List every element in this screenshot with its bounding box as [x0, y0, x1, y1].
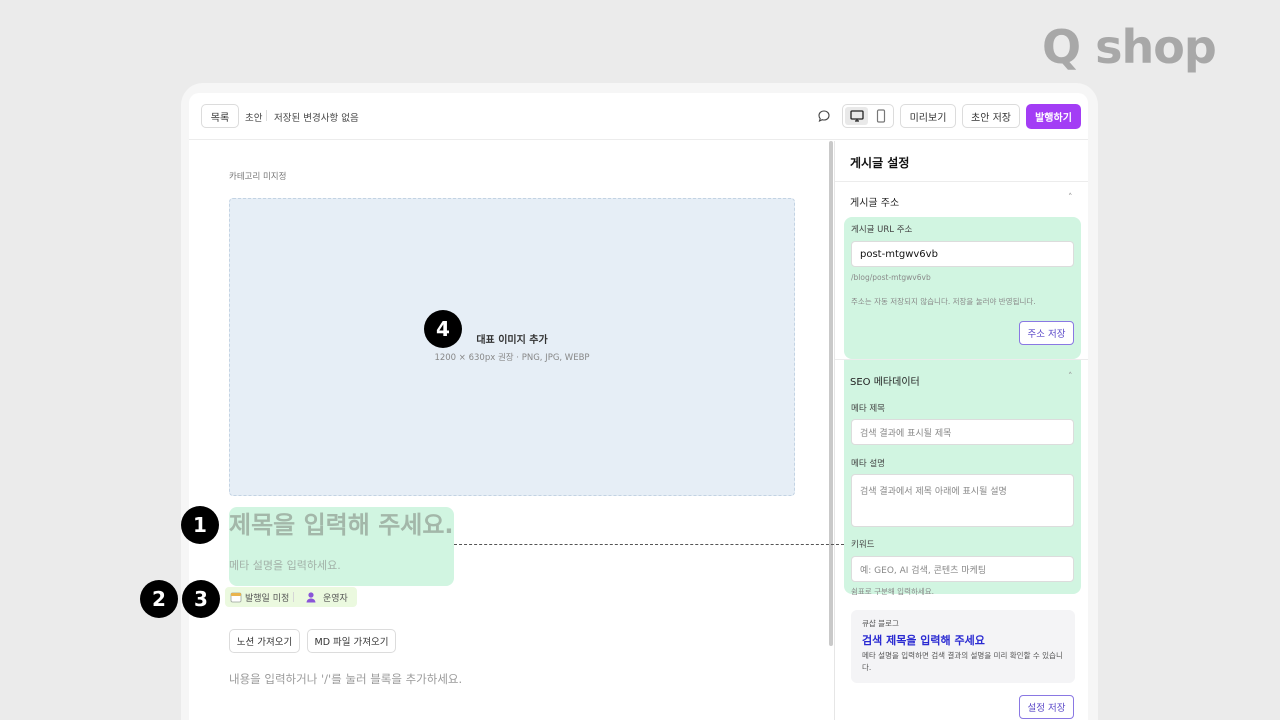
preview-button[interactable]: 미리보기 [900, 104, 956, 128]
url-note: 주소는 자동 저장되지 않습니다. 저장을 눌러야 반영됩니다. [851, 297, 1036, 306]
mobile-icon [876, 109, 885, 123]
url-path: /blog/post-mtgwv6vb [851, 273, 931, 282]
publish-button[interactable]: 발행하기 [1026, 104, 1081, 129]
panel-title: 게시글 설정 [850, 156, 910, 170]
device-toggle [842, 104, 894, 128]
meta-title-label: 메타 제목 [851, 404, 885, 414]
preview-site-name: 큐샵 블로그 [862, 619, 899, 628]
address-section-title[interactable]: 게시글 주소 [850, 194, 899, 209]
keywords-label: 키워드 [851, 540, 875, 550]
seo-section-title[interactable]: SEO 메타데이터 [850, 373, 920, 388]
toolbar-divider [266, 110, 267, 121]
cover-subtitle: 1200 × 630px 권장 · PNG, JPG, WEBP [434, 353, 590, 363]
brand-logo: Q shop [1042, 20, 1217, 74]
chevron-up-icon[interactable]: ˄ [1068, 372, 1073, 382]
desktop-icon [849, 110, 864, 122]
notion-import-button[interactable]: 노션 가져오기 [229, 629, 300, 653]
save-status: 저장된 변경사항 없음 [274, 113, 359, 124]
post-title-input[interactable]: 제목을 입력해 주세요. [229, 505, 454, 540]
step-badge-4: 4 [424, 310, 462, 348]
keywords-note: 쉼표로 구분해 입력하세요. [851, 587, 935, 596]
draft-label: 초안 [245, 113, 263, 124]
keywords-input[interactable]: 예: GEO, AI 검색, 콘텐츠 마케팅 [851, 556, 1074, 582]
search-preview-card: 큐샵 블로그 검색 제목을 입력해 주세요 메타 설명을 입력하면 검색 결과의… [851, 610, 1075, 683]
calendar-icon [230, 592, 242, 603]
author-button[interactable]: 운영자 [323, 591, 348, 604]
step-badge-2: 2 [140, 580, 178, 618]
save-draft-button[interactable]: 초안 저장 [962, 104, 1020, 128]
user-icon [306, 592, 316, 603]
publish-date-button[interactable]: 발행일 미정 [245, 591, 289, 604]
cover-title: 대표 이미지 추가 [476, 335, 548, 346]
save-address-button[interactable]: 주소 저장 [1019, 321, 1074, 345]
list-button[interactable]: 목록 [201, 104, 239, 128]
comment-icon[interactable] [817, 109, 831, 123]
meta-description-textarea[interactable]: 검색 결과에서 제목 아래에 표시될 설명 [851, 474, 1074, 527]
body-editor[interactable]: 내용을 입력하거나 '/'를 눌러 블록을 추가하세요. [229, 671, 462, 687]
editor-scrollbar[interactable] [829, 141, 833, 646]
url-label: 게시글 URL 주소 [851, 225, 913, 235]
chevron-up-icon[interactable]: ˄ [1068, 193, 1073, 203]
desktop-view-button[interactable] [845, 107, 868, 125]
meta-desc-label: 메타 설명 [851, 459, 885, 469]
panel-divider [835, 181, 1088, 182]
md-import-button[interactable]: MD 파일 가져오기 [307, 629, 396, 653]
save-settings-button[interactable]: 설정 저장 [1019, 695, 1074, 719]
meta-divider [293, 592, 294, 602]
url-field[interactable]: post-mtgwv6vb [851, 241, 1074, 267]
connector-line [454, 544, 844, 545]
meta-title-input[interactable]: 검색 결과에 표시될 제목 [851, 419, 1074, 445]
step-badge-1: 1 [181, 506, 219, 544]
editor-area: 카테고리 미지정 대표 이미지 추가 1200 × 630px 권장 · PNG… [189, 141, 829, 720]
cover-image-dropzone[interactable]: 대표 이미지 추가 1200 × 630px 권장 · PNG, JPG, WE… [229, 198, 795, 496]
mobile-view-button[interactable] [869, 107, 892, 125]
post-meta-row: 발행일 미정 운영자 [225, 587, 357, 607]
post-description-input[interactable]: 메타 설명을 입력하세요. [229, 557, 341, 573]
settings-panel: 게시글 설정 게시글 주소 ˄ 게시글 URL 주소 post-mtgwv6vb… [834, 141, 1088, 720]
preview-description: 메타 설명을 입력하면 검색 결과의 설명을 미리 확인할 수 있습니다. [862, 651, 1063, 672]
step-badge-3: 3 [182, 580, 220, 618]
category-selector[interactable]: 카테고리 미지정 [229, 170, 286, 182]
top-toolbar: 목록 초안 저장된 변경사항 없음 미리보기 초안 저장 발행하기 [189, 93, 1088, 140]
editor-window: 목록 초안 저장된 변경사항 없음 미리보기 초안 저장 발행하기 카테고리 미… [189, 93, 1088, 720]
preview-title: 검색 제목을 입력해 주세요 [862, 634, 985, 647]
